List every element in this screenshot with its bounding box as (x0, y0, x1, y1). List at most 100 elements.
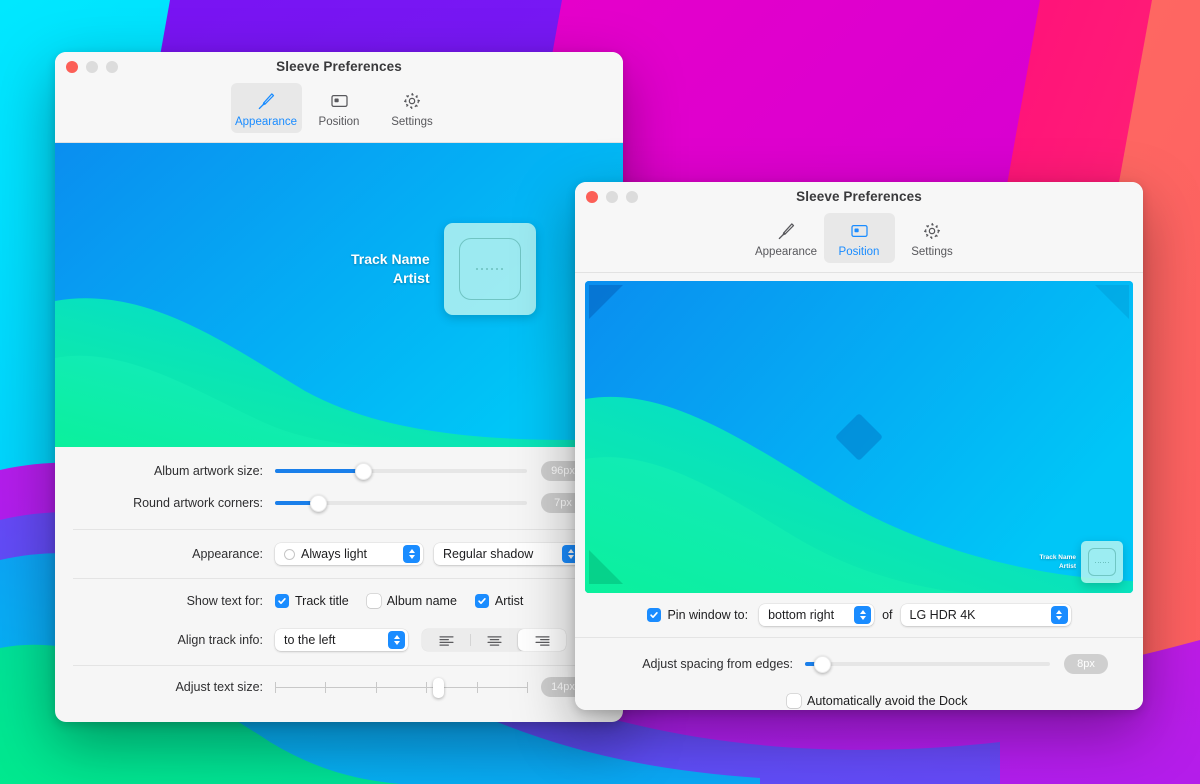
slider-thumb[interactable] (433, 678, 445, 698)
checkbox-box[interactable] (474, 594, 489, 608)
chevron-updown-icon[interactable] (388, 631, 405, 649)
window-title: Sleeve Preferences (276, 58, 402, 74)
toolbar-tabs[interactable]: Appearance Position Settings (575, 210, 1143, 273)
minimize-button[interactable] (86, 61, 98, 73)
text-size-slider[interactable] (275, 676, 528, 698)
tab-appearance[interactable]: Appearance (751, 213, 822, 263)
titlebar[interactable]: Sleeve Preferences (55, 52, 623, 80)
display-popup[interactable]: LG HDR 4K (900, 604, 1071, 626)
checkbox-track-title-label: Track title (295, 594, 349, 608)
checkbox-box[interactable] (366, 594, 381, 608)
preferences-window-appearance[interactable]: Sleeve Preferences Appearance Position S… (55, 52, 623, 722)
light-mode-icon (284, 548, 295, 560)
checkbox-box[interactable] (787, 694, 801, 708)
text-alignment-segmented-control[interactable] (422, 629, 566, 651)
close-button[interactable] (66, 61, 78, 73)
zoom-button[interactable] (626, 191, 638, 203)
checkbox-avoid-dock[interactable]: Automatically avoid the Dock (787, 694, 968, 708)
chevron-updown-icon[interactable] (403, 545, 420, 563)
position-settings-panel: Pin window to: bottom right of LG HDR 4K… (575, 593, 1143, 710)
display-icon (329, 90, 350, 112)
slider-track (805, 662, 1050, 666)
checkbox-album-name[interactable]: Album name (366, 594, 457, 608)
chevron-updown-icon[interactable] (854, 606, 872, 624)
tab-settings[interactable]: Settings (377, 83, 448, 133)
paintbrush-icon (256, 90, 276, 112)
gear-icon (402, 90, 422, 112)
align-right-button[interactable] (518, 629, 566, 651)
tab-position[interactable]: Position (304, 83, 375, 133)
align-left-button[interactable] (422, 629, 470, 651)
tab-settings[interactable]: Settings (897, 213, 968, 263)
titlebar[interactable]: Sleeve Preferences (575, 182, 1143, 210)
corner-radius-slider[interactable] (275, 494, 527, 512)
slider-tick (527, 682, 528, 693)
window-title: Sleeve Preferences (796, 188, 922, 204)
display-value: LG HDR 4K (909, 608, 976, 622)
album-artwork-inner (1088, 548, 1116, 576)
tab-settings-label: Settings (391, 116, 433, 128)
spacing-slider[interactable] (805, 655, 1050, 673)
widget-text-block: Track Name Artist (1040, 553, 1077, 571)
preferences-window-position[interactable]: Sleeve Preferences Appearance Position S… (575, 182, 1143, 710)
widget-track-name: Track Name (1039, 554, 1077, 561)
sleeve-widget-preview: Track Name Artist (1040, 541, 1123, 583)
corner-marker-top-left[interactable] (589, 285, 623, 324)
appearance-preview: Track Name Artist (55, 143, 623, 447)
align-track-info-label: Align track info: (177, 633, 263, 647)
appearance-mode-popup[interactable]: Always light (275, 543, 423, 565)
album-artwork-placeholder (443, 223, 536, 315)
align-track-info-value: to the left (284, 633, 336, 647)
slider-thumb[interactable] (814, 655, 832, 673)
spacing-label: Adjust spacing from edges: (642, 657, 793, 671)
slider-tick (375, 682, 377, 693)
tab-appearance-label: Appearance (754, 246, 818, 258)
appearance-label: Appearance: (192, 547, 263, 561)
shadow-value: Regular shadow (443, 547, 534, 561)
align-center-button[interactable] (470, 629, 518, 651)
tab-position[interactable]: Position (823, 213, 895, 263)
close-button[interactable] (586, 191, 598, 203)
shadow-popup[interactable]: Regular shadow (434, 543, 582, 565)
widget-track-name: Track Name (351, 251, 430, 267)
preview-background (55, 143, 623, 447)
corner-marker-bottom-left[interactable] (589, 550, 623, 589)
gear-icon (922, 220, 942, 242)
tab-position-label: Position (838, 246, 880, 258)
checkbox-box[interactable] (647, 608, 662, 622)
zoom-button[interactable] (106, 61, 118, 73)
checkbox-track-title[interactable]: Track title (275, 594, 349, 608)
checkbox-artist[interactable]: Artist (474, 594, 524, 608)
checkbox-artist-label: Artist (494, 594, 524, 608)
traffic-lights[interactable] (66, 61, 118, 73)
traffic-lights[interactable] (586, 191, 638, 203)
slider-fill (275, 469, 364, 473)
show-text-for-label: Show text for: (186, 594, 263, 608)
position-preview[interactable]: Track Name Artist (585, 281, 1133, 593)
corner-marker-top-right[interactable] (1095, 285, 1129, 324)
tab-appearance[interactable]: Appearance (230, 83, 302, 133)
align-track-info-popup[interactable]: to the left (275, 629, 408, 651)
album-artwork-placeholder (1081, 541, 1123, 583)
artwork-size-slider[interactable] (275, 462, 527, 480)
slider-thumb[interactable] (309, 494, 327, 512)
slider-tick (275, 682, 276, 693)
pin-corner-popup[interactable]: bottom right (759, 604, 875, 626)
chevron-updown-icon[interactable] (1050, 606, 1068, 624)
widget-text-block: Track Name Artist (351, 250, 430, 288)
checkbox-pin-window[interactable]: Pin window to: (647, 608, 748, 622)
album-artwork-inner (458, 238, 521, 300)
minimize-button[interactable] (606, 191, 618, 203)
toolbar-tabs[interactable]: Appearance Position Settings (55, 80, 623, 143)
slider-thumb[interactable] (355, 462, 373, 480)
row-appearance-mode: Appearance: Always light Regular shadow (55, 530, 623, 578)
row-artwork-size: Album artwork size: 96px (55, 455, 623, 487)
text-size-label: Adjust text size: (175, 680, 263, 694)
artwork-size-label: Album artwork size: (153, 464, 263, 478)
screen: Sleeve Preferences Appearance Position S… (0, 0, 1200, 784)
display-icon (849, 220, 870, 242)
pin-window-label: Pin window to: (667, 608, 749, 622)
paintbrush-icon (776, 220, 796, 242)
tab-appearance-label: Appearance (234, 116, 298, 128)
checkbox-box[interactable] (275, 594, 289, 608)
